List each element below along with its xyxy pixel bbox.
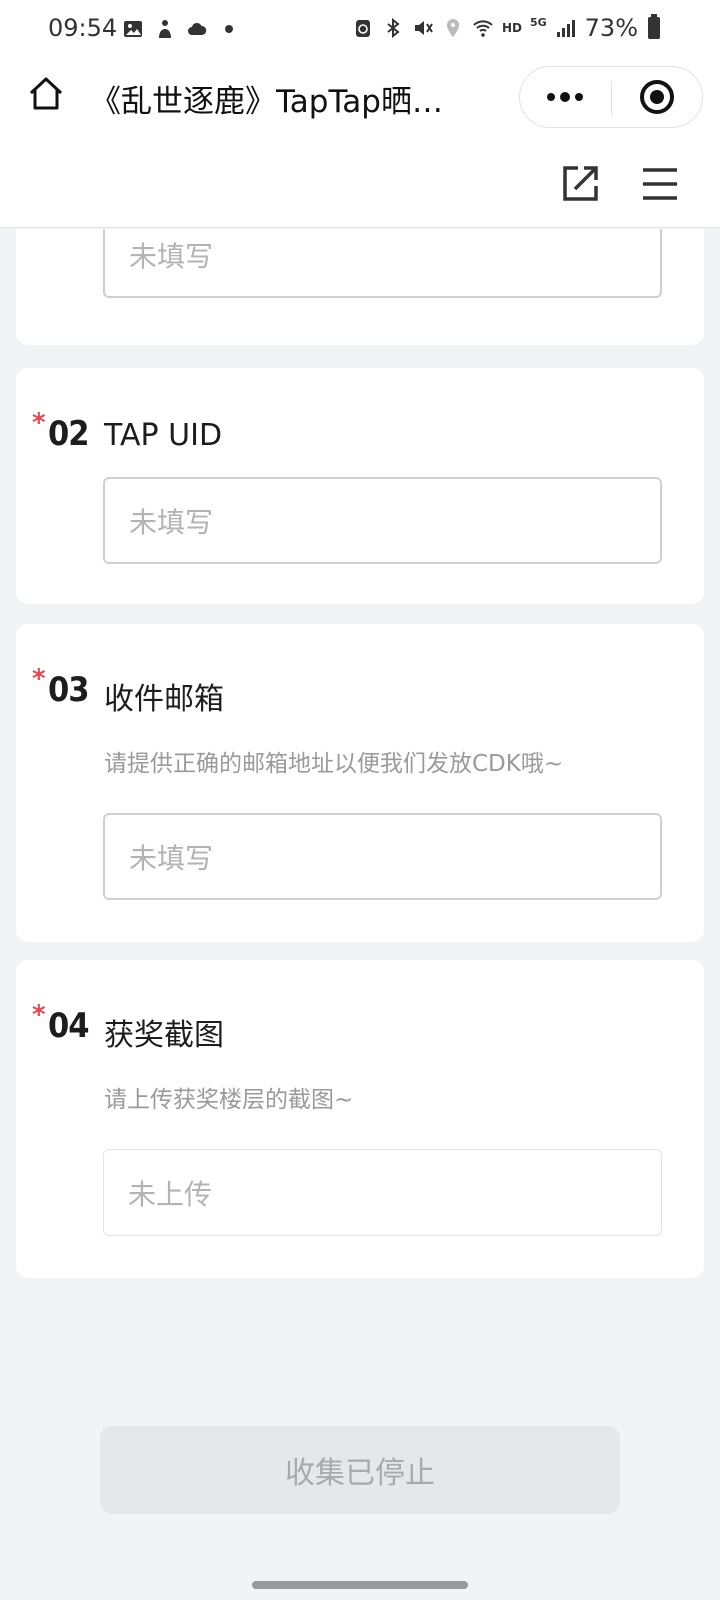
question-number: 02: [48, 414, 90, 454]
target-icon: [640, 80, 674, 114]
required-marker: *: [32, 664, 46, 694]
email-placeholder: 未填写: [129, 841, 214, 875]
wifi-icon: [473, 20, 493, 37]
more-dots-icon: [547, 92, 583, 102]
home-button[interactable]: [22, 70, 70, 118]
tap-uid-input[interactable]: 未填写: [103, 477, 662, 564]
cloud-icon: [188, 22, 207, 35]
question-card-2: * 02 TAP UID 未填写: [16, 368, 704, 604]
mini-program-title-bar: 《乱世逐鹿》TapTap晒…: [0, 60, 720, 132]
menu-icon[interactable]: [640, 164, 680, 204]
email-input[interactable]: 未填写: [103, 813, 662, 900]
upload-placeholder: 未上传: [128, 1177, 213, 1211]
question-title: 获奖截图: [104, 1018, 224, 1053]
screenshot-upload[interactable]: 未上传: [103, 1149, 662, 1236]
home-indicator[interactable]: [252, 1581, 468, 1589]
share-icon[interactable]: [558, 162, 602, 206]
recycle-icon: [355, 20, 370, 37]
question-1-input[interactable]: 未填写: [103, 229, 662, 298]
battery-percent: 73%: [584, 14, 638, 42]
required-marker: *: [32, 1000, 46, 1030]
mute-icon: [414, 21, 433, 35]
page-title: 《乱世逐鹿》TapTap晒…: [90, 84, 443, 120]
capsule-menu: [519, 66, 703, 128]
network-label: HD: [501, 21, 522, 35]
status-time: 09:54: [48, 14, 118, 42]
more-button[interactable]: [520, 67, 610, 127]
battery-icon: [648, 14, 660, 39]
signal-icon: [556, 20, 575, 37]
question-number: 03: [48, 670, 90, 710]
close-button[interactable]: [612, 67, 702, 127]
form-content: 未填写 * 02 TAP UID 未填写 * 03 收件邮箱 请提供正确的邮箱地…: [0, 229, 720, 1600]
tap-uid-placeholder: 未填写: [129, 505, 214, 539]
question-card-3: * 03 收件邮箱 请提供正确的邮箱地址以便我们发放CDK哦~ 未填写: [16, 624, 704, 942]
question-card-4: * 04 获奖截图 请上传获奖楼层的截图~ 未上传: [16, 960, 704, 1278]
question-card-1: 未填写: [16, 229, 704, 345]
person-icon: [159, 20, 171, 38]
system-icons: HD 5G 73%: [352, 14, 660, 42]
page-toolbar: [0, 132, 720, 228]
signal-label: 5G: [529, 15, 547, 29]
status-bar: 09:54 HD 5G 73%: [0, 0, 720, 60]
dot-icon: [225, 25, 233, 33]
notification-icons: [122, 18, 240, 40]
question-description: 请提供正确的邮箱地址以便我们发放CDK哦~: [104, 751, 564, 777]
question-number: 04: [48, 1006, 90, 1046]
location-icon: [446, 19, 459, 37]
required-marker: *: [32, 408, 46, 438]
question-1-placeholder: 未填写: [129, 239, 214, 273]
image-icon: [124, 21, 142, 37]
submit-button[interactable]: 收集已停止: [100, 1426, 620, 1514]
question-title: 收件邮箱: [104, 682, 224, 717]
question-title: TAP UID: [104, 418, 223, 453]
home-icon: [29, 77, 63, 110]
bluetooth-icon: [387, 17, 400, 39]
question-description: 请上传获奖楼层的截图~: [104, 1087, 354, 1113]
